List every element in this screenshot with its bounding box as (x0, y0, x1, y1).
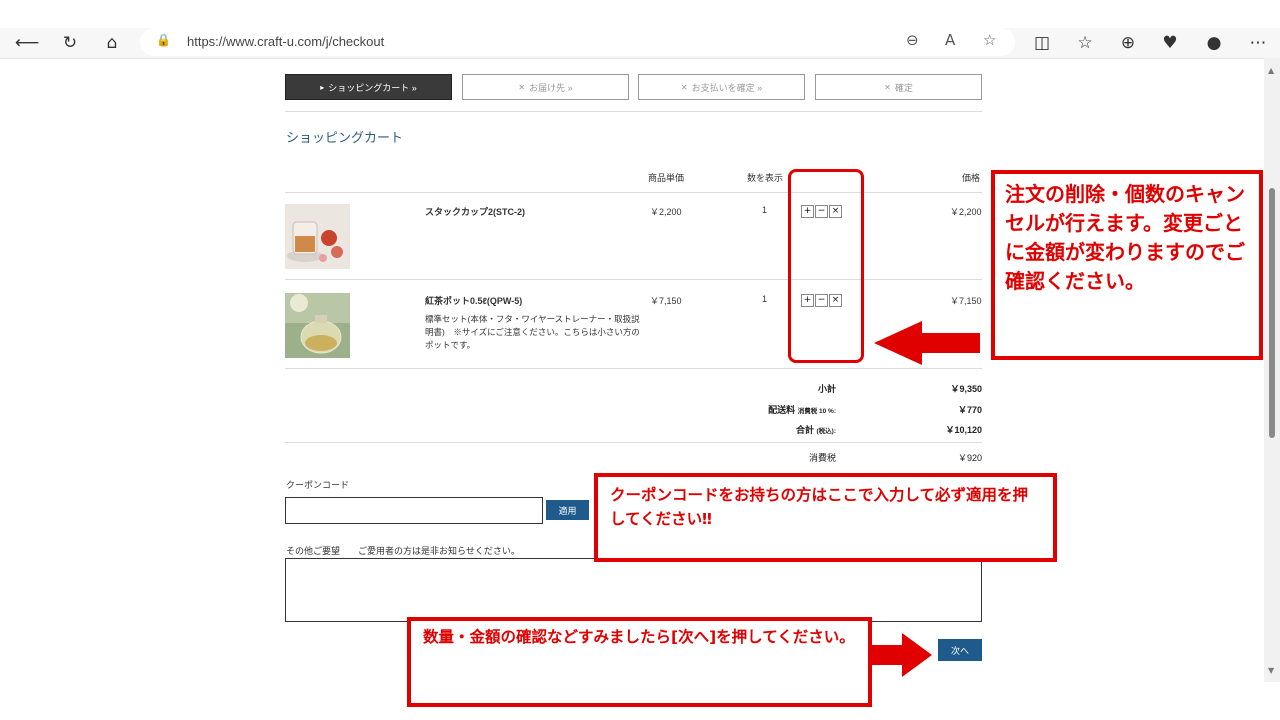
zoom-icon[interactable]: ⊖ (906, 31, 919, 49)
annotation-delete-quantity: 注文の削除・個数のキャンセルが行えます。変更ごとに金額が変わりますのでご確認くだ… (991, 170, 1263, 360)
total-label-text: 合計 (795, 425, 814, 435)
page-scrollbar[interactable]: ▲ ▼ (1264, 58, 1280, 682)
product-quantity: 1 (762, 205, 768, 215)
step-close-icon: ✕ (518, 82, 526, 92)
total-note: (税込): (816, 428, 837, 435)
divider (285, 279, 982, 280)
product-price: ￥2,200 (950, 207, 982, 217)
step-active-icon: ▸ (320, 82, 325, 92)
total-label: 合計 (税込): (636, 423, 836, 436)
step-label: お届け先 » (529, 82, 573, 93)
step-shopping-cart: ▸ ショッピングカート » (285, 74, 452, 100)
product-name[interactable]: スタックカップ2(STC-2) (425, 205, 525, 218)
cart-title: ショッピングカート (286, 130, 404, 145)
split-screen-icon[interactable]: ◫ (1027, 28, 1057, 58)
header-price: 価格 (962, 173, 981, 183)
lock-icon: 🔒 (156, 33, 171, 47)
arrow-right-icon (870, 633, 932, 677)
read-aloud-icon[interactable]: A (945, 31, 955, 49)
shipping-value: ￥770 (957, 405, 982, 415)
back-icon[interactable]: ⟵ (12, 28, 42, 58)
header-quantity: 数を表示 (747, 173, 784, 183)
scroll-up-icon[interactable]: ▲ (1268, 66, 1274, 75)
shipping-tax-note: 消費税 10 %: (797, 408, 836, 415)
step-delivery: ✕ お届け先 » (462, 74, 629, 100)
product-name[interactable]: 紅茶ポット0.5ℓ(QPW-5) (425, 294, 641, 307)
product-quantity: 1 (762, 294, 768, 304)
annotation-coupon: クーポンコードをお持ちの方はここで入力して必ず適用を押してください‼ (594, 473, 1057, 562)
address-bar[interactable]: 🔒 https://www.craft-u.com/j/checkout ⊖ A… (140, 28, 1015, 56)
home-icon[interactable]: ⌂ (97, 28, 127, 58)
scroll-down-icon[interactable]: ▼ (1268, 666, 1274, 675)
tax-label-text: 消費税 (808, 453, 836, 463)
tax-value: ￥920 (957, 453, 982, 463)
extension-icon[interactable]: ♥ (1155, 28, 1185, 58)
step-label: お支払いを確定 » (691, 82, 763, 93)
tax-label: 消費税 (636, 451, 836, 464)
subtotal-label: 小計 (636, 382, 836, 395)
arrow-left-icon (874, 321, 980, 365)
step-close-icon: ✕ (884, 82, 891, 92)
total-value: ￥10,120 (945, 425, 982, 435)
product-image-stack-cup[interactable] (285, 204, 350, 269)
divider (285, 192, 982, 193)
header-unit-price: 商品単価 (648, 173, 685, 183)
product-info: 紅茶ポット0.5ℓ(QPW-5) 標準セット(本体・フタ・ワイヤーストレーナー・… (425, 294, 641, 352)
coupon-input[interactable] (285, 497, 543, 524)
step-label: 確定 (894, 82, 913, 93)
product-image-tea-pot[interactable] (285, 293, 350, 358)
shipping-label-text: 配送料 (768, 405, 796, 415)
product-price: ￥7,150 (950, 296, 982, 306)
profile-icon[interactable]: ● (1199, 28, 1229, 58)
product-description: 標準セット(本体・フタ・ワイヤーストレーナー・取扱説明書) ※サイズにご注意くだ… (425, 314, 640, 350)
step-confirm: ✕ 確定 (815, 74, 982, 100)
address-url[interactable]: https://www.craft-u.com/j/checkout (187, 34, 384, 49)
page-content: ▸ ショッピングカート » ✕ お届け先 » ✕ お支払いを確定 » ✕ 確定 ショッピ… (0, 58, 1264, 707)
quantity-highlight-outline (788, 169, 864, 363)
browser-toolbar: ⟵ ↻ ⌂ 🔒 https://www.craft-u.com/j/checko… (0, 28, 1280, 58)
shipping-label: 配送料 消費税 10 %: (636, 403, 836, 416)
divider (285, 111, 982, 112)
reload-icon[interactable]: ↻ (55, 28, 85, 58)
coupon-label: クーポンコード (286, 481, 350, 491)
product-unit-price: ￥2,200 (650, 207, 682, 217)
favorites-icon[interactable]: ☆ (1070, 28, 1100, 58)
step-label: ショッピングカート » (328, 82, 417, 93)
annotation-next: 数量・金額の確認などすみましたら[次へ]を押してください。 (407, 617, 872, 707)
product-unit-price: ￥7,150 (650, 296, 682, 306)
step-close-icon: ✕ (680, 82, 688, 92)
step-payment: ✕ お支払いを確定 » (638, 74, 805, 100)
subtotal-value: ￥9,350 (950, 384, 982, 394)
remarks-textarea[interactable] (285, 558, 982, 622)
next-button[interactable]: 次へ (938, 639, 982, 661)
divider (285, 368, 982, 369)
collections-icon[interactable]: ⊕ (1113, 28, 1143, 58)
subtotal-label-text: 小計 (817, 384, 836, 394)
remarks-label: その他ご要望 ご愛用者の方は是非お知らせください。 (286, 547, 520, 557)
favorite-star-icon[interactable]: ☆ (983, 31, 996, 49)
more-menu-icon[interactable]: ⋯ (1243, 28, 1273, 58)
scrollbar-thumb[interactable] (1269, 188, 1275, 438)
divider (285, 442, 982, 443)
apply-coupon-button[interactable]: 適用 (546, 500, 589, 520)
